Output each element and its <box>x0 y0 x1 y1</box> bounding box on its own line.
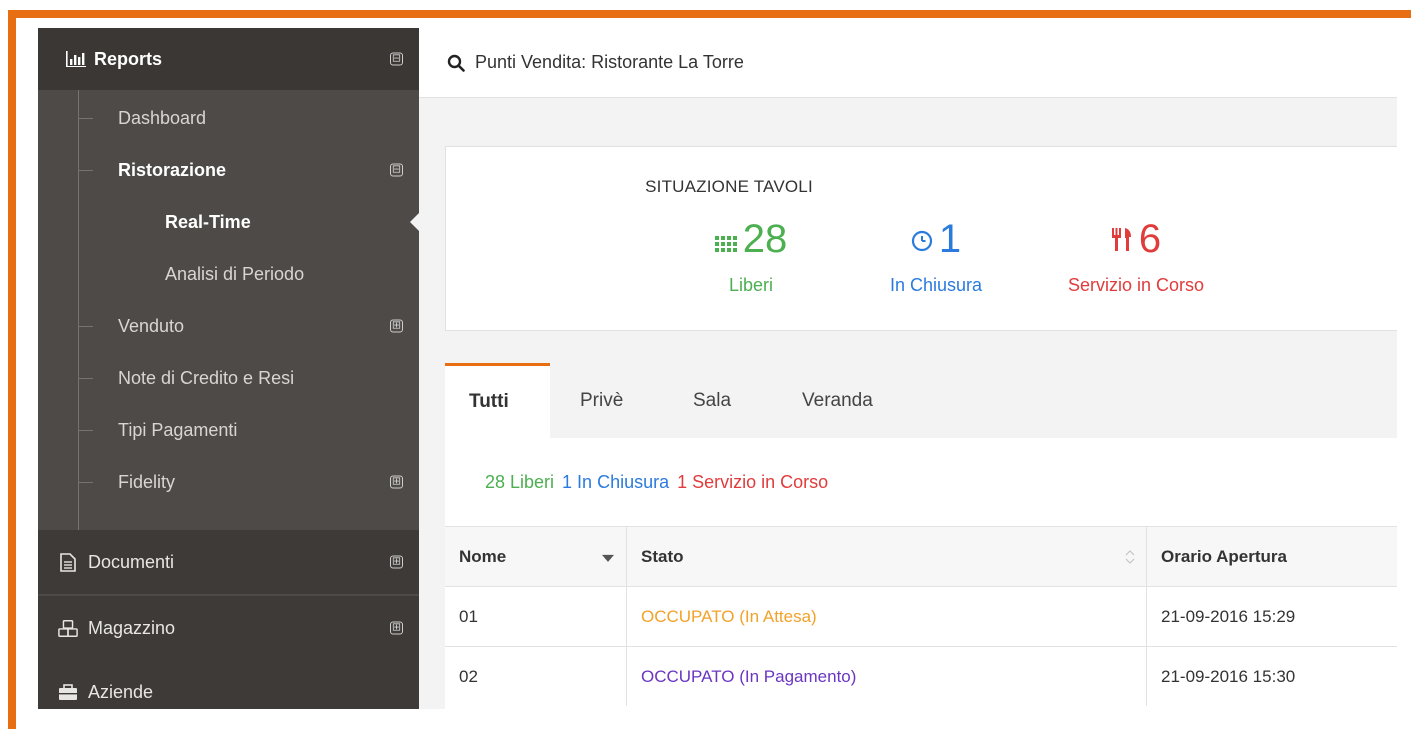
document-icon <box>58 552 78 572</box>
stat-value: 1 <box>938 217 962 261</box>
sidebar-item-label: Reports <box>94 48 163 69</box>
orange-frame-left <box>8 10 16 729</box>
stat-value-row: 1 <box>861 215 1011 263</box>
tree-branch <box>79 326 93 327</box>
sidebar: Reports ⊟ Dashboard Ristorazione ⊟ Real-… <box>38 28 419 709</box>
tab-veranda[interactable]: Veranda <box>802 363 873 438</box>
tab-bar: Tutti Privè Sala Veranda <box>445 363 1397 438</box>
sidebar-item-label: Magazzino <box>88 617 176 638</box>
search-text: Punti Vendita: Ristorante La Torre <box>475 52 744 72</box>
stat-label: In Chiusura <box>889 275 983 295</box>
summary-in-chiusura[interactable]: 1 In Chiusura <box>562 472 669 493</box>
sidebar-item-label: Real-Time <box>165 211 251 232</box>
stat-in-chiusura[interactable]: 1 In Chiusura <box>861 215 1011 296</box>
table-row[interactable]: 02 OCCUPATO (In Pagamento) 21-09-2016 15… <box>445 646 1397 706</box>
table-header: Nome Stato Orario Apertura <box>445 526 1397 586</box>
tree-branch <box>79 378 93 379</box>
cubes-icon <box>58 619 78 638</box>
tab-content: 28 Liberi 1 In Chiusura 1 Servizio in Co… <box>445 438 1397 709</box>
cell-nome: 01 <box>445 587 627 646</box>
tree-branch <box>79 170 93 171</box>
grid-icon <box>714 215 737 263</box>
reports-submenu: Dashboard Ristorazione ⊟ Real-Time Anali… <box>38 90 419 532</box>
sidebar-item-reports[interactable]: Reports ⊟ <box>38 28 419 90</box>
sidebar-item-tipi-pagamenti[interactable]: Tipi Pagamenti <box>38 404 419 456</box>
stat-value: 28 <box>742 217 788 261</box>
expand-icon[interactable]: ⊞ <box>390 555 403 569</box>
sidebar-item-aziende[interactable]: Aziende <box>38 660 419 709</box>
tab-label: Tutti <box>469 391 509 412</box>
cell-stato: OCCUPATO (In Attesa) <box>627 587 1147 646</box>
tree-branch <box>79 482 93 483</box>
cell-stato: OCCUPATO (In Pagamento) <box>627 647 1147 706</box>
stat-servizio-in-corso[interactable]: 6 Servizio in Corso <box>1036 215 1236 296</box>
sort-icon <box>1124 549 1136 565</box>
active-caret-icon <box>410 212 419 232</box>
sidebar-item-label: Fidelity <box>118 471 176 492</box>
stat-value-row: 6 <box>1036 215 1236 263</box>
sidebar-item-magazzino[interactable]: Magazzino ⊞ <box>38 596 419 660</box>
stat-value-row: 28 <box>676 215 826 263</box>
column-header-stato[interactable]: Stato <box>627 527 1147 586</box>
expand-icon[interactable]: ⊞ <box>390 475 403 489</box>
orange-frame-top <box>8 10 1411 18</box>
stat-label: Liberi <box>728 275 774 295</box>
tables-grid: Nome Stato Orario Apertura 01 OCCUPATO (… <box>445 526 1397 706</box>
sidebar-item-fidelity[interactable]: Fidelity ⊞ <box>38 456 419 508</box>
expand-icon[interactable]: ⊞ <box>390 319 403 333</box>
tab-label: Veranda <box>802 389 873 411</box>
collapse-icon[interactable]: ⊟ <box>390 52 403 66</box>
sidebar-item-label: Venduto <box>118 315 185 336</box>
sidebar-item-label: Note di Credito e Resi <box>118 367 295 388</box>
column-label: Orario Apertura <box>1161 546 1287 566</box>
tab-label: Privè <box>580 389 624 411</box>
sidebar-item-label: Tipi Pagamenti <box>118 419 238 440</box>
sidebar-item-ristorazione[interactable]: Ristorazione ⊟ <box>38 144 419 196</box>
tab-tutti[interactable]: Tutti <box>445 363 550 438</box>
column-label: Stato <box>641 546 684 566</box>
bar-chart-icon <box>66 51 86 67</box>
column-label: Nome <box>459 546 507 566</box>
sort-desc-icon <box>602 554 614 562</box>
cell-orario: 21-09-2016 15:30 <box>1161 666 1296 686</box>
sidebar-item-analisi-periodo[interactable]: Analisi di Periodo <box>38 248 419 300</box>
column-header-nome[interactable]: Nome <box>445 527 627 586</box>
sidebar-item-note-credito[interactable]: Note di Credito e Resi <box>38 352 419 404</box>
expand-icon[interactable]: ⊞ <box>390 621 403 635</box>
sidebar-item-label: Aziende <box>88 681 154 702</box>
sidebar-item-label: Analisi di Periodo <box>165 263 305 284</box>
cell-nome: 02 <box>445 647 627 706</box>
sidebar-item-documenti[interactable]: Documenti ⊞ <box>38 530 419 594</box>
tree-branch <box>79 430 93 431</box>
tab-label: Sala <box>693 389 732 411</box>
sidebar-item-dashboard[interactable]: Dashboard <box>38 92 419 144</box>
summary-line: 28 Liberi 1 In Chiusura 1 Servizio in Co… <box>445 438 1397 526</box>
card-title: SITUAZIONE TAVOLI <box>645 177 813 196</box>
stat-label: Servizio in Corso <box>1067 275 1205 295</box>
sidebar-item-real-time[interactable]: Real-Time <box>38 196 419 248</box>
search-bar[interactable]: Punti Vendita: Ristorante La Torre <box>419 28 1397 98</box>
summary-servizio[interactable]: 1 Servizio in Corso <box>677 472 828 493</box>
sidebar-item-label: Documenti <box>88 551 175 572</box>
tree-branch <box>79 118 93 119</box>
search-icon <box>447 54 465 72</box>
main-content: Punti Vendita: Ristorante La Torre SITUA… <box>419 28 1397 709</box>
tab-prive[interactable]: Privè <box>580 363 623 438</box>
cutlery-icon <box>1111 215 1133 263</box>
sidebar-item-label: Ristorazione <box>118 159 227 180</box>
stat-value: 6 <box>1138 217 1162 261</box>
briefcase-icon <box>58 683 78 701</box>
sidebar-item-venduto[interactable]: Venduto ⊞ <box>38 300 419 352</box>
cell-orario: 21-09-2016 15:29 <box>1161 606 1296 626</box>
column-header-orario[interactable]: Orario Apertura <box>1147 527 1397 586</box>
summary-liberi[interactable]: 28 Liberi <box>485 472 554 493</box>
table-row[interactable]: 01 OCCUPATO (In Attesa) 21-09-2016 15:29 <box>445 586 1397 646</box>
sidebar-item-label: Dashboard <box>118 107 207 128</box>
situazione-tavoli-card: SITUAZIONE TAVOLI 28 Liberi 1 In Chiusur… <box>445 146 1397 331</box>
collapse-icon[interactable]: ⊟ <box>390 163 403 177</box>
tab-sala[interactable]: Sala <box>693 363 731 438</box>
tables-panel: Tutti Privè Sala Veranda 28 Liberi 1 In … <box>445 363 1397 709</box>
clock-icon <box>911 215 933 263</box>
stat-liberi[interactable]: 28 Liberi <box>676 215 826 296</box>
